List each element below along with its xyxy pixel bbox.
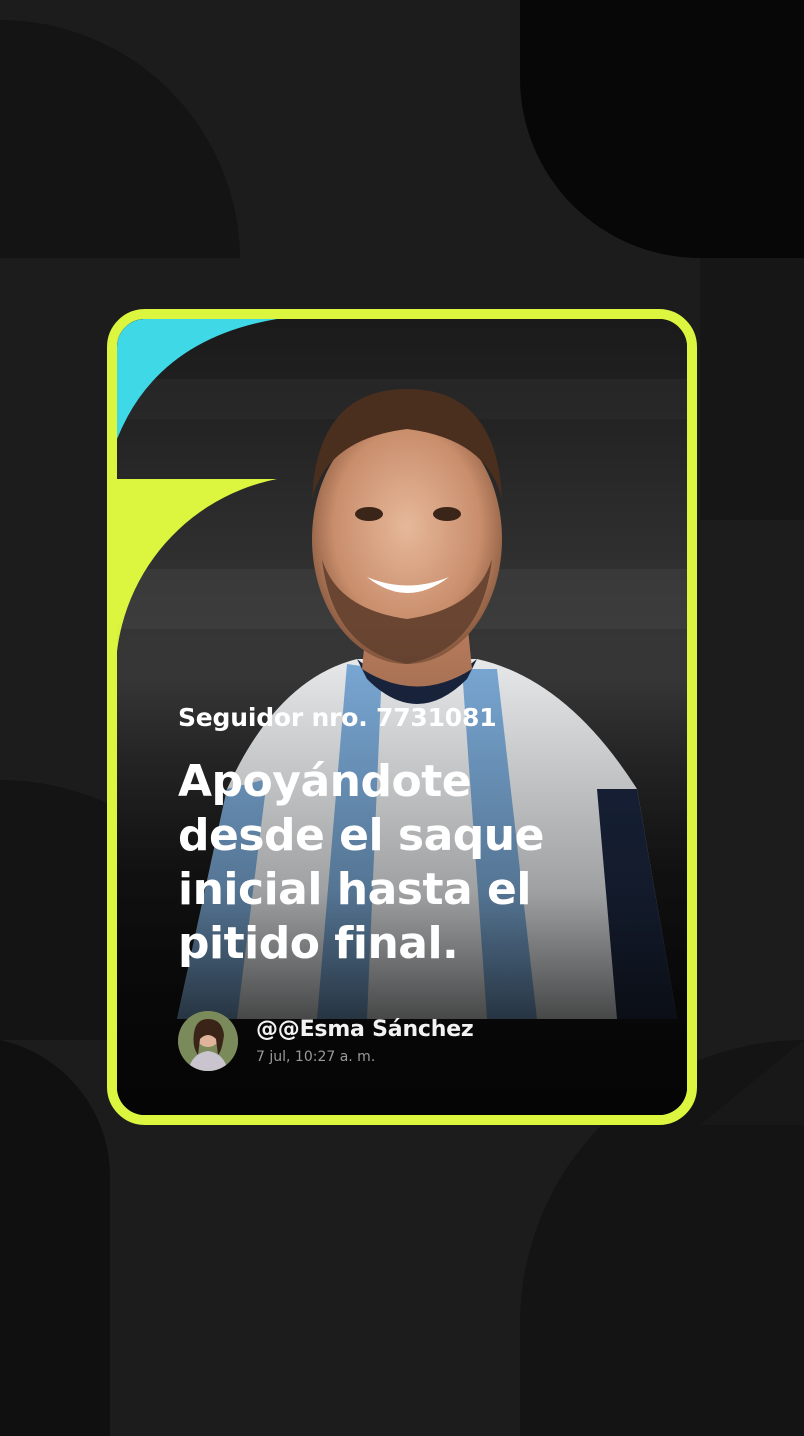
headline-line: pitido final. bbox=[178, 918, 459, 969]
timestamp: 7 jul, 10:27 a. m. bbox=[256, 1049, 376, 1065]
avatar[interactable] bbox=[178, 1011, 238, 1071]
headline-line: inicial hasta el bbox=[178, 864, 531, 915]
follower-number: Seguidor nro. 7731081 bbox=[178, 703, 497, 732]
headline-line: Apoyándote bbox=[178, 756, 472, 807]
follower-card[interactable]: Seguidor nro. 7731081 Apoyándote desde e… bbox=[107, 309, 697, 1125]
headline: Apoyándote desde el saque inicial hasta … bbox=[178, 755, 648, 971]
card-text: Seguidor nro. 7731081 Apoyándote desde e… bbox=[178, 703, 648, 971]
headline-line: desde el saque bbox=[178, 810, 544, 861]
author-name[interactable]: @@Esma Sánchez bbox=[256, 1017, 474, 1042]
avatar-image bbox=[178, 1011, 238, 1071]
